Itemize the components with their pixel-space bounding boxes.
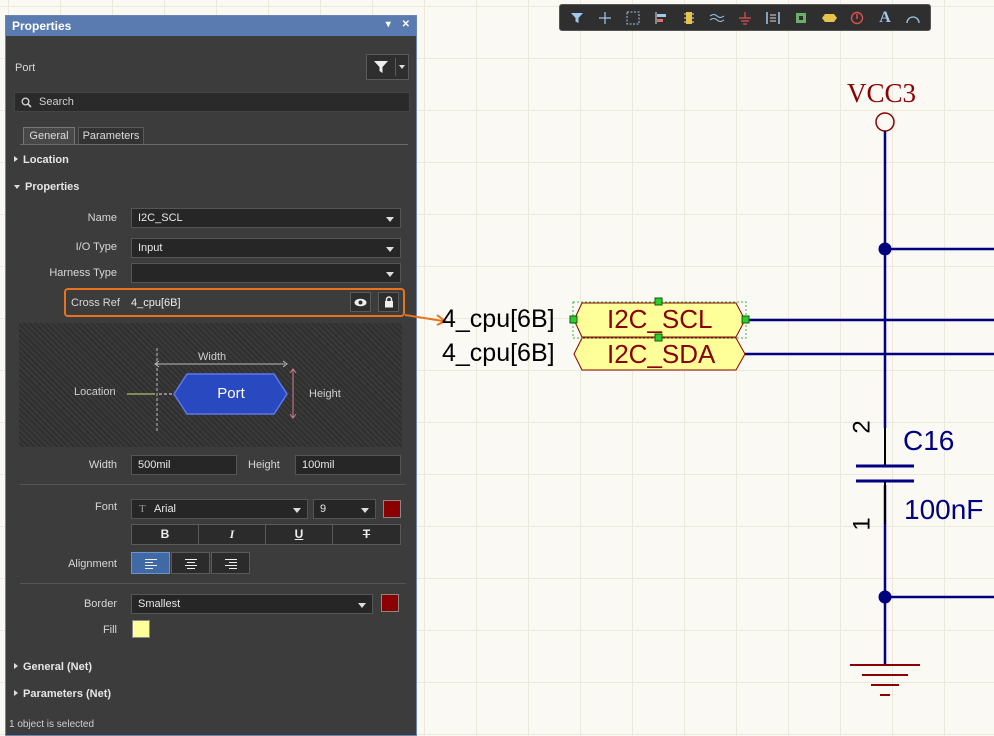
active-bar-toolbar: A <box>559 4 931 31</box>
width-input[interactable]: 500mil <box>131 455 237 475</box>
harness-type-label: Harness Type <box>49 267 117 279</box>
filter-dropdown-button[interactable] <box>366 54 409 80</box>
align-center-button[interactable] <box>171 552 210 574</box>
border-color-swatch[interactable] <box>381 594 399 612</box>
crossref-label: Cross Ref <box>71 297 120 309</box>
alignment-label: Alignment <box>68 558 117 570</box>
width-label: Width <box>88 459 117 471</box>
chevron-down-icon <box>399 65 405 69</box>
io-type-label: I/O Type <box>75 241 117 253</box>
border-select[interactable]: Smallest <box>131 594 373 614</box>
status-bar-text: 1 object is selected <box>9 719 95 730</box>
height-input[interactable]: 100mil <box>295 455 401 475</box>
tab-parameters[interactable]: Parameters <box>78 127 144 144</box>
port-name-sda: I2C_SDA <box>607 339 716 369</box>
filter-icon <box>374 61 388 73</box>
section-parameters-net[interactable]: Parameters (Net) <box>14 688 111 700</box>
panel-title-bar: Properties ▾ ✕ <box>6 16 416 36</box>
height-label: Height <box>248 459 280 471</box>
font-size-select[interactable]: 9 <box>313 499 376 519</box>
crossref-value[interactable]: 4_cpu[6B] <box>131 297 181 309</box>
expand-icon <box>14 690 18 696</box>
search-placeholder: Search <box>39 96 74 108</box>
name-label: Name <box>87 212 117 224</box>
name-field[interactable]: I2C_SCL <box>131 208 401 228</box>
section-properties[interactable]: Properties <box>14 181 79 193</box>
collapse-icon <box>14 185 20 189</box>
lock-icon <box>385 296 393 308</box>
align-icon[interactable] <box>652 9 670 27</box>
no-erc-icon[interactable] <box>848 9 866 27</box>
port-preview: Width Height Location Port <box>19 323 402 447</box>
harness-type-select[interactable] <box>131 263 401 283</box>
select-rect-icon[interactable] <box>624 9 642 27</box>
fill-color-swatch[interactable] <box>132 620 150 638</box>
junction <box>878 590 892 604</box>
harness-icon[interactable] <box>764 9 782 27</box>
align-left-button[interactable] <box>131 552 170 574</box>
junction <box>878 242 892 256</box>
cross-icon[interactable] <box>596 9 614 27</box>
component-icon[interactable] <box>680 9 698 27</box>
capacitor-value: 100nF <box>904 494 984 525</box>
preview-height-label: Height <box>309 388 341 400</box>
power-port-symbol <box>875 112 895 132</box>
preview-width-label: Width <box>198 351 227 363</box>
alignment-group <box>131 552 251 574</box>
bus-icon[interactable] <box>708 9 726 27</box>
fill-label: Fill <box>102 624 117 636</box>
power-net-label: VCC3 <box>847 78 917 108</box>
pin-menu-icon[interactable]: ▾ <box>386 19 391 30</box>
close-icon[interactable]: ✕ <box>402 19 410 30</box>
expand-icon <box>14 156 18 162</box>
align-right-button[interactable] <box>211 552 250 574</box>
ground-power-icon[interactable] <box>736 9 754 27</box>
crossref-label-sda: 4_cpu[6B] <box>442 339 555 367</box>
tab-general[interactable]: General <box>23 127 75 144</box>
visibility-button[interactable] <box>350 292 371 312</box>
truetype-icon: T <box>139 503 146 515</box>
format-toolbar: B I U T <box>131 524 401 545</box>
font-value: Arial <box>154 503 177 515</box>
preview-port-label: Port <box>217 385 245 402</box>
text-icon[interactable]: A <box>876 9 894 27</box>
panel-title: Properties <box>12 19 72 33</box>
preview-location-label: Location <box>74 386 116 398</box>
filter-icon[interactable] <box>568 9 586 27</box>
selection-handle[interactable] <box>569 315 578 324</box>
border-value: Smallest <box>138 598 181 610</box>
arc-icon[interactable] <box>904 9 922 27</box>
io-type-value: Input <box>138 242 163 254</box>
bold-button[interactable]: B <box>131 524 199 545</box>
pin-number-bottom: 1 <box>848 517 876 531</box>
port-icon[interactable] <box>820 9 838 27</box>
section-general-net[interactable]: General (Net) <box>14 661 92 673</box>
strikethrough-button[interactable]: T <box>332 524 401 545</box>
lock-button[interactable] <box>378 292 399 312</box>
name-value: I2C_SCL <box>138 212 183 224</box>
port-name-scl: I2C_SCL <box>607 304 713 334</box>
expand-icon <box>14 663 18 669</box>
font-select[interactable]: T Arial <box>131 499 308 519</box>
eye-icon <box>354 298 367 307</box>
io-type-select[interactable]: Input <box>131 238 401 258</box>
border-label: Border <box>83 598 117 610</box>
font-label: Font <box>94 501 117 513</box>
font-color-swatch[interactable] <box>383 500 401 518</box>
search-icon <box>21 97 32 108</box>
capacitor-designator: C16 <box>903 425 955 456</box>
properties-panel: Properties ▾ ✕ Port Search General Param… <box>5 15 417 736</box>
object-type-label: Port <box>15 62 36 74</box>
italic-button[interactable]: I <box>198 524 266 545</box>
underline-button[interactable]: U <box>265 524 333 545</box>
crossref-label-scl: 4_cpu[6B] <box>442 305 555 333</box>
selection-handle[interactable] <box>741 315 750 324</box>
pin-number-top: 2 <box>848 420 876 434</box>
search-input[interactable]: Search <box>14 92 410 112</box>
part-icon[interactable] <box>792 9 810 27</box>
font-size-value: 9 <box>320 503 327 515</box>
section-location[interactable]: Location <box>14 154 69 166</box>
